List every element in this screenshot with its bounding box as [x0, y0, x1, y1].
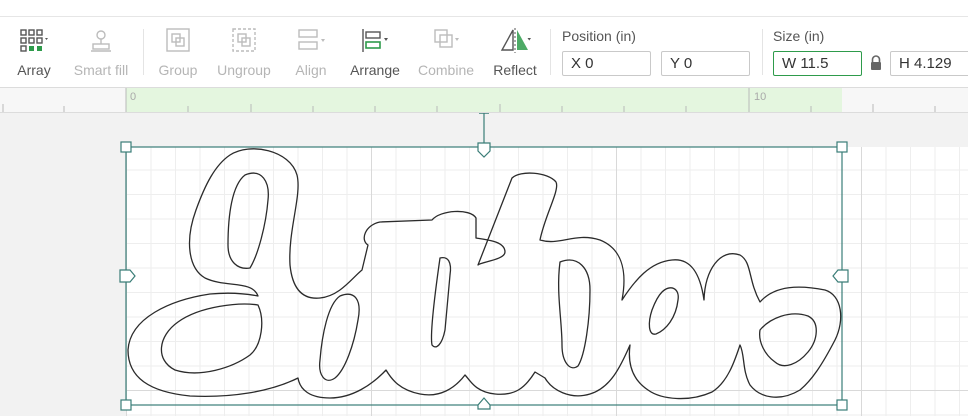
array-label: Array: [17, 62, 51, 78]
group-button[interactable]: Group: [155, 17, 201, 87]
smart-fill-button[interactable]: Smart fill: [70, 17, 132, 87]
group-icon: [166, 28, 190, 52]
arrange-icon: [362, 29, 388, 52]
gather-text-shape[interactable]: [127, 148, 842, 400]
resize-handle-left[interactable]: [119, 269, 136, 283]
size-height-field[interactable]: H 4.129: [890, 51, 968, 76]
toolbar-divider: [762, 29, 763, 75]
horizontal-ruler: 0 10: [0, 88, 968, 113]
resize-handle-bottom-left[interactable]: [120, 399, 132, 411]
window-top-strip: [0, 0, 968, 17]
array-icon: [20, 29, 48, 52]
selection-bounding-box[interactable]: [125, 146, 843, 406]
position-group-label: Position (in): [562, 28, 636, 44]
ungroup-icon: [232, 28, 256, 52]
align-label: Align: [295, 62, 327, 78]
group-label: Group: [158, 62, 198, 78]
smart-fill-label: Smart fill: [73, 62, 129, 78]
resize-handle-top-right[interactable]: [836, 141, 848, 153]
toolbar-divider: [550, 29, 551, 75]
combine-button[interactable]: Combine: [414, 17, 478, 87]
combine-label: Combine: [417, 62, 475, 78]
reflect-button[interactable]: Reflect: [489, 17, 541, 87]
smart-fill-icon: [91, 30, 111, 52]
reflect-icon: [500, 28, 531, 53]
toolbar-divider: [143, 29, 144, 75]
resize-handle-bottom[interactable]: [477, 397, 491, 410]
size-width-field[interactable]: W 11.5: [773, 51, 862, 76]
combine-icon: [434, 29, 459, 48]
reflect-label: Reflect: [493, 62, 537, 78]
size-group-label: Size (in): [773, 28, 825, 44]
edit-toolbar: Array Smart fill Group Ungroup Align Arr…: [0, 17, 968, 88]
ruler-ticks: [2, 88, 936, 112]
ruler-mark-0: 0: [130, 91, 137, 103]
arrange-label: Arrange: [350, 62, 400, 78]
ruler-mark-10: 10: [754, 91, 767, 103]
canvas-art: [119, 113, 849, 411]
position-y-field[interactable]: Y 0: [661, 51, 750, 76]
lock-icon[interactable]: [869, 54, 883, 72]
ungroup-label: Ungroup: [217, 62, 271, 78]
rotate-handle[interactable]: [477, 113, 491, 158]
resize-handle-top-left[interactable]: [120, 141, 132, 153]
resize-handle-bottom-right[interactable]: [836, 399, 848, 411]
position-x-field[interactable]: X 0: [562, 51, 651, 76]
align-button[interactable]: Align: [288, 17, 334, 87]
arrange-button[interactable]: Arrange: [346, 17, 404, 87]
array-button[interactable]: Array: [10, 17, 58, 87]
ungroup-button[interactable]: Ungroup: [212, 17, 276, 87]
resize-handle-right[interactable]: [832, 269, 849, 283]
align-icon: [298, 29, 325, 50]
